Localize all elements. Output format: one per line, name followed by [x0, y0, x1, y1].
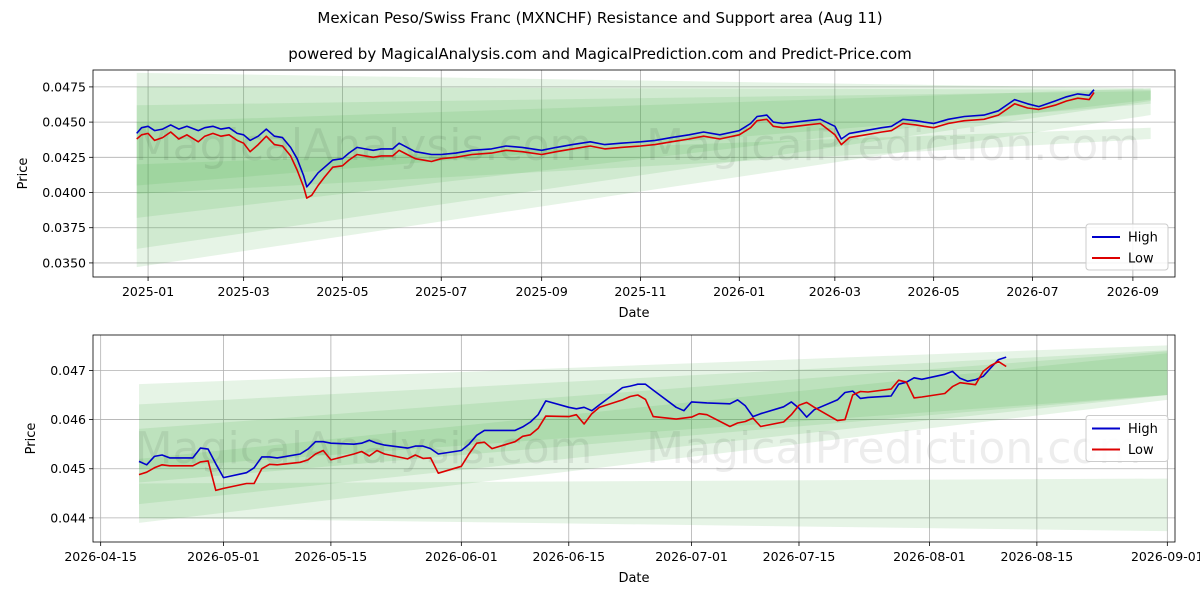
x-tick-label: 2026-07-15	[763, 549, 836, 564]
y-axis-label: Price	[16, 158, 31, 190]
y-tick-label: 0.0350	[42, 255, 86, 270]
x-tick-label: 2026-05	[908, 284, 960, 299]
x-tick-label: 2026-04-15	[64, 549, 137, 564]
y-tick-label: 0.0450	[42, 115, 86, 130]
x-tick-label: 2026-05-01	[187, 549, 260, 564]
chart-panel-1: MagicalAnalysis.com MagicalPrediction.com…	[16, 69, 1176, 321]
y-axis-label: Price	[24, 423, 39, 455]
y-tick-label: 0.0425	[42, 150, 86, 165]
x-tick-label: 2026-06-01	[425, 549, 498, 564]
watermark-right: MagicalPrediction.com	[646, 423, 1141, 474]
legend-label-high: High	[1128, 231, 1158, 246]
legend-label-low: Low	[1128, 252, 1154, 267]
x-tick-label: 2025-09	[516, 284, 568, 299]
x-tick-label: 2026-03	[809, 284, 861, 299]
y-tick-label: 0.044	[50, 510, 86, 525]
x-tick-label: 2025-11	[614, 284, 666, 299]
legend-label-low: Low	[1128, 443, 1154, 458]
x-tick-label: 2025-03	[218, 284, 270, 299]
x-tick-label: 2026-06-15	[532, 549, 605, 564]
band-area	[139, 478, 1168, 532]
x-tick-label: 2026-09-01	[1131, 549, 1200, 564]
x-tick-label: 2026-08-01	[893, 549, 966, 564]
y-tick-label: 0.047	[50, 363, 86, 378]
x-tick-label: 2026-01	[713, 284, 765, 299]
y-tick-label: 0.045	[50, 461, 86, 476]
x-tick-label: 2026-08-15	[1001, 549, 1074, 564]
x-axis-label: Date	[618, 306, 649, 321]
legend-label-high: High	[1128, 422, 1158, 437]
x-tick-label: 2025-05	[316, 284, 368, 299]
y-tick-label: 0.0375	[42, 220, 86, 235]
x-axis-label: Date	[618, 571, 649, 586]
legend: High Low	[1085, 223, 1169, 271]
x-tick-label: 2026-05-15	[295, 549, 368, 564]
legend: High Low	[1085, 415, 1169, 462]
charts-canvas: MagicalAnalysis.com MagicalPrediction.com…	[16, 69, 1200, 586]
x-tick-label: 2025-01	[122, 284, 174, 299]
watermark-right: MagicalPrediction.com	[646, 120, 1141, 171]
x-tick-label: 2026-09	[1107, 284, 1159, 299]
x-tick-label: 2026-07-01	[655, 549, 728, 564]
y-tick-label: 0.0400	[42, 185, 86, 200]
x-tick-label: 2025-07	[415, 284, 467, 299]
y-tick-label: 0.0475	[42, 79, 86, 94]
x-tick-label: 2026-07	[1006, 284, 1058, 299]
y-tick-label: 0.046	[50, 412, 86, 427]
chart-panel-2: MagicalAnalysis.com MagicalPrediction.com…	[24, 334, 1200, 586]
